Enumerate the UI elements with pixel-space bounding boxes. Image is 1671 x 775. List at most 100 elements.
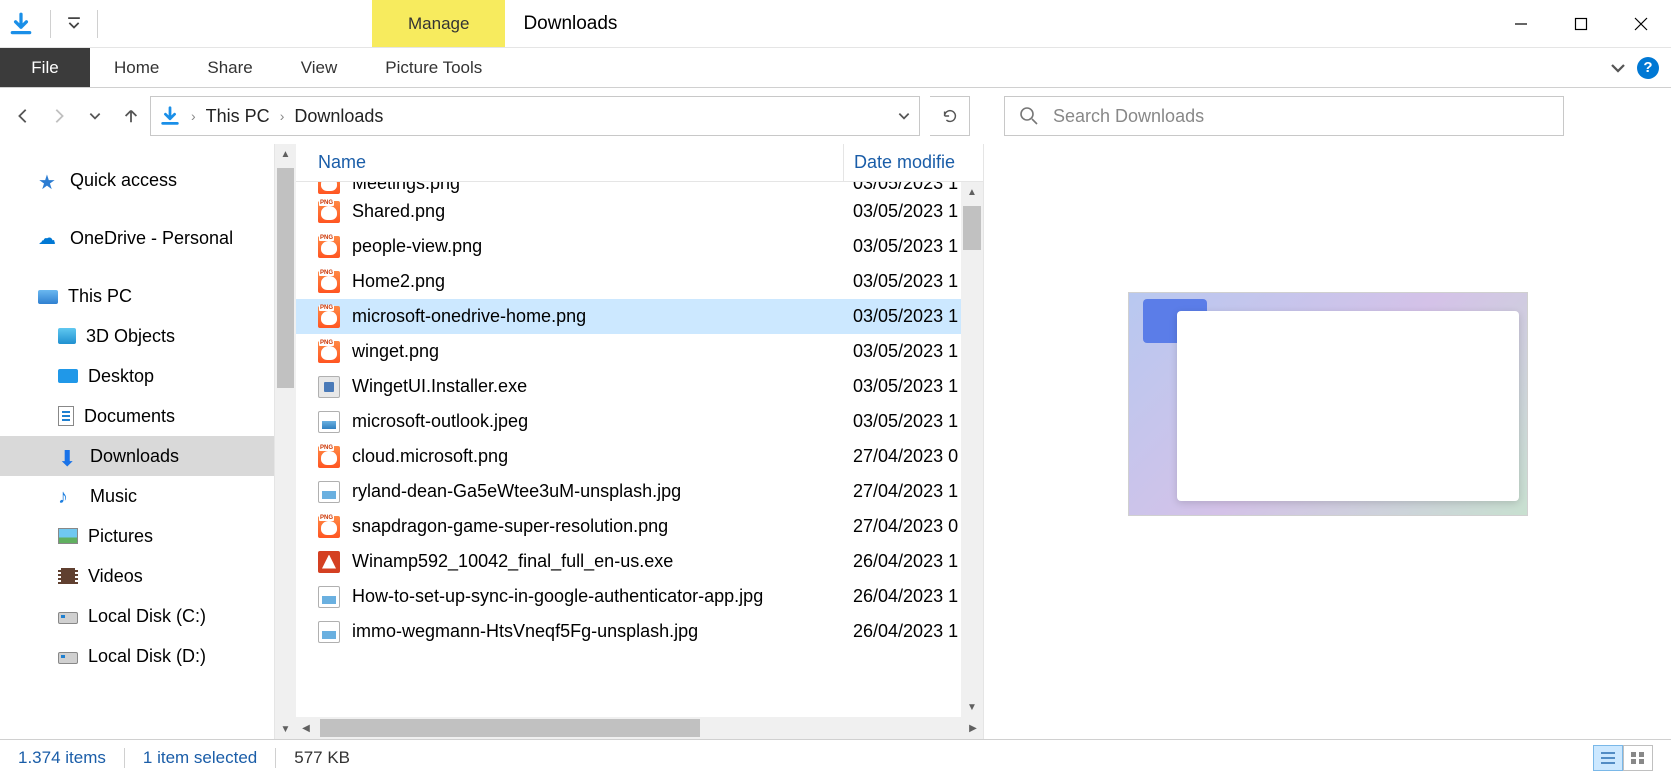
- manage-context-tab[interactable]: Manage: [372, 0, 505, 47]
- file-row[interactable]: ryland-dean-Ga5eWtee3uM-unsplash.jpg27/0…: [296, 474, 983, 509]
- scroll-left-icon[interactable]: ◀: [296, 717, 316, 739]
- jpg-icon: [318, 586, 340, 608]
- scroll-thumb[interactable]: [963, 206, 981, 250]
- file-row[interactable]: cloud.microsoft.png27/04/2023 0: [296, 439, 983, 474]
- search-input[interactable]: [1053, 106, 1549, 127]
- file-row[interactable]: immo-wegmann-HtsVneqf5Fg-unsplash.jpg26/…: [296, 614, 983, 649]
- file-name: WingetUI.Installer.exe: [352, 376, 843, 397]
- file-name: people-view.png: [352, 236, 843, 257]
- file-name: ryland-dean-Ga5eWtee3uM-unsplash.jpg: [352, 481, 843, 502]
- navtree-label: Videos: [88, 566, 143, 587]
- file-tab[interactable]: File: [0, 48, 90, 87]
- breadcrumb-this-pc[interactable]: This PC: [206, 106, 270, 127]
- column-header-date[interactable]: Date modifie: [843, 144, 983, 181]
- address-dropdown-icon[interactable]: [897, 109, 911, 123]
- navtree-item-down[interactable]: ⬇Downloads: [0, 436, 274, 476]
- downloads-icon: [8, 11, 34, 37]
- close-button[interactable]: [1611, 4, 1671, 44]
- back-button[interactable]: [14, 107, 32, 125]
- file-name: Winamp592_10042_final_full_en-us.exe: [352, 551, 843, 572]
- file-row[interactable]: snapdragon-game-super-resolution.png27/0…: [296, 509, 983, 544]
- navtree-item-docs[interactable]: Documents: [0, 396, 274, 436]
- scroll-right-icon[interactable]: ▶: [963, 717, 983, 739]
- minimize-button[interactable]: [1491, 4, 1551, 44]
- scroll-thumb[interactable]: [277, 168, 294, 388]
- qat-dropdown-icon[interactable]: [67, 17, 81, 31]
- star-icon: ★: [38, 170, 60, 190]
- 3d-icon: [58, 328, 76, 344]
- png-icon: [318, 182, 340, 194]
- navtree-this-pc[interactable]: This PC: [0, 276, 274, 316]
- chevron-right-icon[interactable]: ›: [191, 108, 196, 124]
- file-row[interactable]: microsoft-outlook.jpeg03/05/2023 1: [296, 404, 983, 439]
- column-header-name[interactable]: Name: [318, 152, 843, 173]
- file-name: winget.png: [352, 341, 843, 362]
- file-row[interactable]: How-to-set-up-sync-in-google-authenticat…: [296, 579, 983, 614]
- help-button[interactable]: ?: [1637, 57, 1659, 79]
- address-bar[interactable]: › This PC › Downloads: [150, 96, 920, 136]
- navtree-quick-access[interactable]: ★ Quick access: [0, 160, 274, 200]
- file-row[interactable]: microsoft-onedrive-home.png03/05/2023 1: [296, 299, 983, 334]
- music-icon: ♪: [58, 486, 80, 506]
- vids-icon: [58, 568, 78, 584]
- file-row[interactable]: Home2.png03/05/2023 1: [296, 264, 983, 299]
- navtree-onedrive[interactable]: ☁ OneDrive - Personal: [0, 218, 274, 258]
- search-box[interactable]: [1004, 96, 1564, 136]
- up-button[interactable]: [122, 107, 140, 125]
- png-icon: [318, 516, 340, 538]
- exe-icon: [318, 376, 340, 398]
- scroll-down-icon[interactable]: ▼: [961, 697, 983, 717]
- maximize-button[interactable]: [1551, 4, 1611, 44]
- file-name: cloud.microsoft.png: [352, 446, 843, 467]
- status-item-count: 1.374 items: [18, 748, 125, 768]
- navtree-label: Music: [90, 486, 137, 507]
- navtree-item-pics[interactable]: Pictures: [0, 516, 274, 556]
- jpg-icon: [318, 621, 340, 643]
- file-row[interactable]: WingetUI.Installer.exe03/05/2023 1: [296, 369, 983, 404]
- png-icon: [318, 341, 340, 363]
- file-row[interactable]: Shared.png03/05/2023 1: [296, 194, 983, 229]
- navtree-scrollbar[interactable]: ▲ ▼: [274, 144, 296, 739]
- navtree-item-music[interactable]: ♪ Music: [0, 476, 274, 516]
- pc-icon: [38, 290, 58, 304]
- filelist-hscrollbar[interactable]: ◀ ▶: [296, 717, 983, 739]
- scroll-down-icon[interactable]: ▼: [275, 719, 296, 739]
- preview-image: [1128, 292, 1528, 516]
- preview-pane: [983, 144, 1671, 739]
- navtree-item-c[interactable]: Local Disk (C:): [0, 596, 274, 636]
- view-thumbnails-button[interactable]: [1623, 745, 1653, 771]
- desktop-icon: [58, 369, 78, 383]
- ribbon-tab-home[interactable]: Home: [90, 48, 183, 87]
- filelist-vscrollbar[interactable]: ▲ ▼: [961, 182, 983, 717]
- file-row[interactable]: Winamp592_10042_final_full_en-us.exe26/0…: [296, 544, 983, 579]
- breadcrumb-downloads[interactable]: Downloads: [294, 106, 383, 127]
- file-name: How-to-set-up-sync-in-google-authenticat…: [352, 586, 843, 607]
- file-row[interactable]: winget.png03/05/2023 1: [296, 334, 983, 369]
- ribbon-tab-picture-tools[interactable]: Picture Tools: [361, 48, 506, 87]
- view-details-button[interactable]: [1593, 745, 1623, 771]
- forward-button[interactable]: [50, 107, 68, 125]
- ribbon-tab-view[interactable]: View: [277, 48, 362, 87]
- status-bar: 1.374 items 1 item selected 577 KB: [0, 739, 1671, 775]
- c-icon: [58, 612, 78, 624]
- navtree-item-desktop[interactable]: Desktop: [0, 356, 274, 396]
- ribbon-tab-share[interactable]: Share: [183, 48, 276, 87]
- scroll-up-icon[interactable]: ▲: [961, 182, 983, 202]
- scroll-thumb[interactable]: [320, 719, 700, 737]
- navtree-label: Desktop: [88, 366, 154, 387]
- navtree-item-vids[interactable]: Videos: [0, 556, 274, 596]
- recent-locations-dropdown[interactable]: [86, 107, 104, 125]
- navtree-label: Pictures: [88, 526, 153, 547]
- navtree-item-d[interactable]: Local Disk (D:): [0, 636, 274, 676]
- status-selected-count: 1 item selected: [143, 748, 276, 768]
- file-row[interactable]: Meetings.png03/05/2023 1: [296, 182, 983, 194]
- pics-icon: [58, 528, 78, 544]
- file-row[interactable]: people-view.png03/05/2023 1: [296, 229, 983, 264]
- scroll-up-icon[interactable]: ▲: [275, 144, 296, 164]
- navtree-item-3d[interactable]: 3D Objects: [0, 316, 274, 356]
- navtree-label: 3D Objects: [86, 326, 175, 347]
- ribbon-expand-icon[interactable]: [1609, 59, 1627, 77]
- chevron-right-icon[interactable]: ›: [280, 108, 285, 124]
- refresh-button[interactable]: [930, 96, 970, 136]
- file-name: Meetings.png: [352, 182, 843, 194]
